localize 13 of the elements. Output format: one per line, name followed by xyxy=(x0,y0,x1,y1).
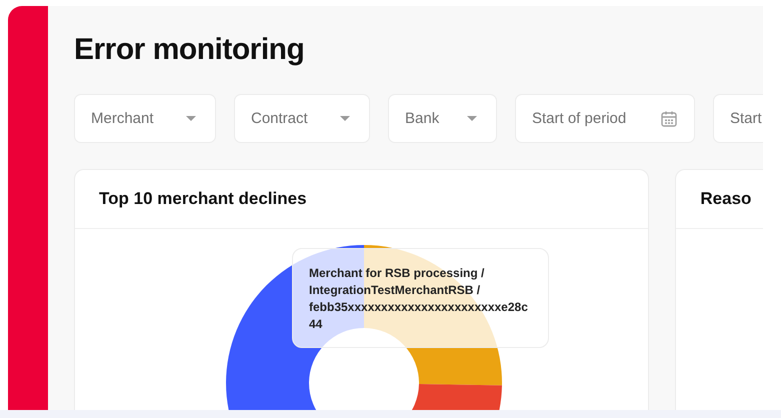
filter-field[interactable]: Bank xyxy=(388,94,497,143)
page-title: Error monitoring xyxy=(74,32,306,68)
filter-field[interactable]: Contract xyxy=(234,94,370,143)
filter-field[interactable]: Merchant xyxy=(74,94,216,143)
card-title: Top 10 merchant declines xyxy=(99,189,307,209)
caret-icon xyxy=(339,115,351,122)
card-title: Reaso xyxy=(700,189,752,209)
chart-tooltip: Merchant for RSB processing / IntegrationTestMerchantRSB / febb35xxxxxxxxxxxxxxxxxxxxxxxe28c44 xyxy=(292,248,549,348)
caret-icon xyxy=(185,115,197,122)
calendar-icon xyxy=(660,110,678,128)
caret-icon xyxy=(466,115,478,122)
filter-field[interactable]: Start xyxy=(713,94,763,143)
filter-field[interactable]: Start of period xyxy=(515,94,695,143)
